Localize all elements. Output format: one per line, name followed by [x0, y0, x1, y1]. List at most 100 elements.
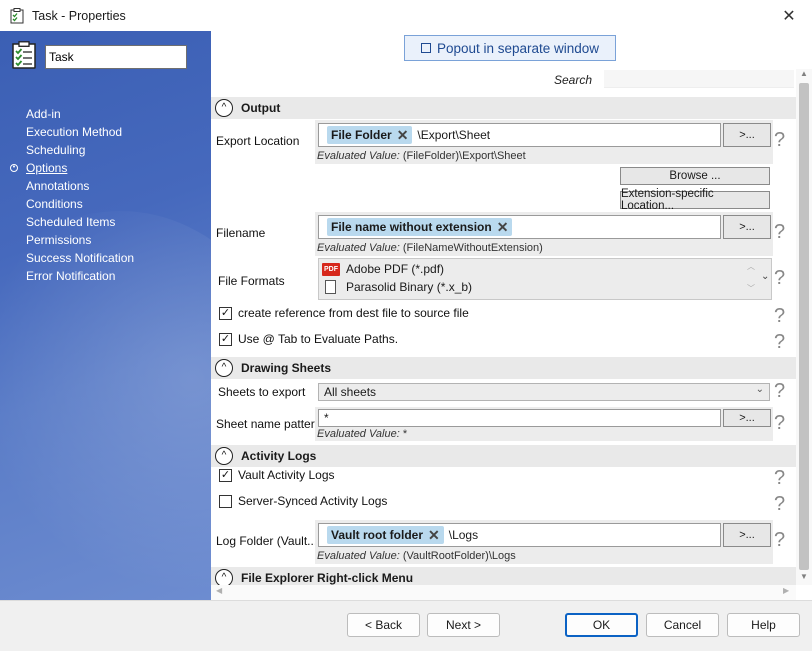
- section-drawing-sheets[interactable]: ^ Drawing Sheets: [211, 357, 796, 379]
- section-output-title: Output: [241, 101, 281, 115]
- evaluated-value: (VaultRootFolder)\Logs: [402, 550, 516, 562]
- horizontal-scrollbar[interactable]: ◀ ▶: [211, 585, 796, 600]
- filename-tag-label: File name without extension: [331, 220, 492, 234]
- window-title: Task - Properties: [32, 8, 126, 23]
- help-icon[interactable]: ?: [774, 267, 785, 290]
- sheets-to-export-label: Sheets to export: [218, 385, 306, 399]
- help-icon[interactable]: ?: [774, 305, 785, 328]
- help-icon[interactable]: ?: [774, 129, 785, 152]
- title-bar: Task - Properties ✕: [0, 0, 812, 31]
- scroll-down-icon[interactable]: ﹀: [747, 283, 755, 294]
- collapse-icon[interactable]: ^: [215, 447, 233, 465]
- cancel-button[interactable]: Cancel: [646, 613, 719, 637]
- sidebar-item-execution-method[interactable]: Execution Method: [26, 123, 134, 141]
- section-output[interactable]: ^ Output: [211, 97, 796, 119]
- collapse-icon[interactable]: ^: [215, 359, 233, 377]
- ok-button[interactable]: OK: [565, 613, 638, 637]
- export-location-evaluated: Evaluated Value: (FileFolder)\Export\She…: [317, 150, 526, 162]
- sheet-name-pattern-more-button[interactable]: >...: [723, 409, 771, 427]
- scroll-up-icon[interactable]: ︿: [747, 261, 755, 272]
- extension-specific-location-button[interactable]: Extension-specific Location...: [620, 188, 770, 212]
- browse-button[interactable]: Browse ...: [620, 167, 770, 185]
- help-button[interactable]: Help: [727, 613, 800, 637]
- export-location-field[interactable]: File Folder ✕ \Export\Sheet: [318, 123, 721, 147]
- help-icon[interactable]: ?: [774, 529, 785, 552]
- filename-more-button[interactable]: >...: [723, 215, 771, 239]
- sidebar-nav: Add-in Execution Method Scheduling • Opt…: [10, 105, 134, 285]
- sidebar-item-permissions[interactable]: Permissions: [26, 231, 134, 249]
- evaluated-label: Evaluated Value:: [317, 150, 400, 162]
- filename-field[interactable]: File name without extension ✕: [318, 215, 721, 239]
- back-button[interactable]: < Back: [347, 613, 420, 637]
- filename-tag[interactable]: File name without extension ✕: [327, 218, 513, 236]
- sheets-to-export-value: All sheets: [324, 385, 377, 399]
- sidebar-item-success-notification[interactable]: Success Notification: [26, 249, 134, 267]
- search-input[interactable]: [604, 70, 794, 88]
- remove-tag-icon[interactable]: ✕: [397, 128, 409, 142]
- task-checklist-icon: [12, 41, 36, 69]
- sidebar-item-annotations[interactable]: Annotations: [26, 177, 134, 195]
- task-name-input[interactable]: Task: [45, 45, 187, 69]
- help-icon[interactable]: ?: [774, 493, 785, 516]
- close-icon[interactable]: ✕: [766, 0, 812, 31]
- remove-tag-icon[interactable]: ✕: [497, 220, 509, 234]
- chevron-down-icon[interactable]: ⌄: [761, 271, 769, 282]
- section-activity-logs[interactable]: ^ Activity Logs: [211, 445, 796, 467]
- sidebar-item-scheduling[interactable]: Scheduling: [26, 141, 134, 159]
- help-icon[interactable]: ?: [774, 221, 785, 244]
- help-icon[interactable]: ?: [774, 467, 785, 490]
- section-file-explorer-title: File Explorer Right-click Menu: [241, 571, 414, 585]
- file-folder-tag[interactable]: File Folder ✕: [327, 126, 413, 144]
- vertical-scrollbar[interactable]: ▲ ▼: [796, 69, 812, 585]
- window-icon: [420, 43, 431, 53]
- filename-evaluated: Evaluated Value: (FileNameWithoutExtensi…: [317, 242, 543, 254]
- vault-root-folder-tag[interactable]: Vault root folder ✕: [327, 526, 444, 544]
- sidebar-item-options[interactable]: Options: [26, 159, 134, 177]
- scroll-down-icon[interactable]: ▼: [798, 572, 810, 581]
- file-formats-list[interactable]: PDF Adobe PDF (*.pdf) Parasolid Binary (…: [318, 258, 772, 300]
- log-folder-value: \Logs: [448, 528, 479, 542]
- create-reference-checkbox[interactable]: ✓: [219, 307, 232, 320]
- vault-activity-logs-label: Vault Activity Logs: [238, 468, 335, 482]
- export-location-more-button[interactable]: >...: [723, 123, 771, 147]
- search-label: Search: [554, 73, 593, 87]
- remove-tag-icon[interactable]: ✕: [428, 528, 440, 542]
- log-folder-more-button[interactable]: >...: [723, 523, 771, 547]
- options-panel: Popout in separate window Search ^ Outpu…: [211, 31, 812, 600]
- sheet-name-pattern-input[interactable]: *: [318, 409, 721, 427]
- use-tab-checkbox[interactable]: ✓: [219, 333, 232, 346]
- sheets-to-export-select[interactable]: All sheets ⌄: [318, 383, 770, 401]
- create-reference-label: create reference from dest file to sourc…: [238, 306, 469, 320]
- section-file-explorer[interactable]: ^ File Explorer Right-click Menu: [211, 567, 796, 585]
- file-format-item[interactable]: Parasolid Binary (*.x_b): [322, 280, 472, 294]
- search-row: Search: [211, 69, 796, 89]
- server-synced-logs-label: Server-Synced Activity Logs: [238, 494, 388, 508]
- vault-root-folder-tag-label: Vault root folder: [331, 528, 424, 542]
- scroll-right-icon[interactable]: ▶: [783, 586, 789, 595]
- sheet-name-pattern-evaluated: Evaluated Value: *: [317, 428, 407, 440]
- scroll-left-icon[interactable]: ◀: [216, 586, 222, 595]
- sidebar-item-add-in[interactable]: Add-in: [26, 105, 134, 123]
- task-app-icon: [10, 7, 24, 23]
- chevron-down-icon: ⌄: [755, 384, 764, 395]
- collapse-icon[interactable]: ^: [215, 99, 233, 117]
- options-content: ^ Output Export Location File Folder ✕ \…: [211, 93, 796, 585]
- help-icon[interactable]: ?: [774, 380, 785, 403]
- vault-activity-logs-checkbox[interactable]: ✓: [219, 469, 232, 482]
- server-synced-logs-checkbox[interactable]: [219, 495, 232, 508]
- evaluated-value: (FileNameWithoutExtension): [402, 242, 543, 254]
- help-icon[interactable]: ?: [774, 412, 785, 435]
- sidebar-item-error-notification[interactable]: Error Notification: [26, 267, 134, 285]
- popout-button[interactable]: Popout in separate window: [404, 35, 616, 61]
- sidebar-item-conditions[interactable]: Conditions: [26, 195, 134, 213]
- evaluated-value: *: [402, 428, 408, 440]
- section-activity-logs-title: Activity Logs: [241, 449, 317, 463]
- sidebar-item-scheduled-items[interactable]: Scheduled Items: [26, 213, 134, 231]
- scrollbar-thumb[interactable]: [799, 83, 809, 570]
- next-button[interactable]: Next >: [427, 613, 500, 637]
- collapse-icon[interactable]: ^: [215, 569, 233, 585]
- help-icon[interactable]: ?: [774, 331, 785, 354]
- log-folder-field[interactable]: Vault root folder ✕ \Logs: [318, 523, 721, 547]
- scroll-up-icon[interactable]: ▲: [798, 69, 810, 78]
- file-format-item[interactable]: PDF Adobe PDF (*.pdf): [322, 262, 444, 276]
